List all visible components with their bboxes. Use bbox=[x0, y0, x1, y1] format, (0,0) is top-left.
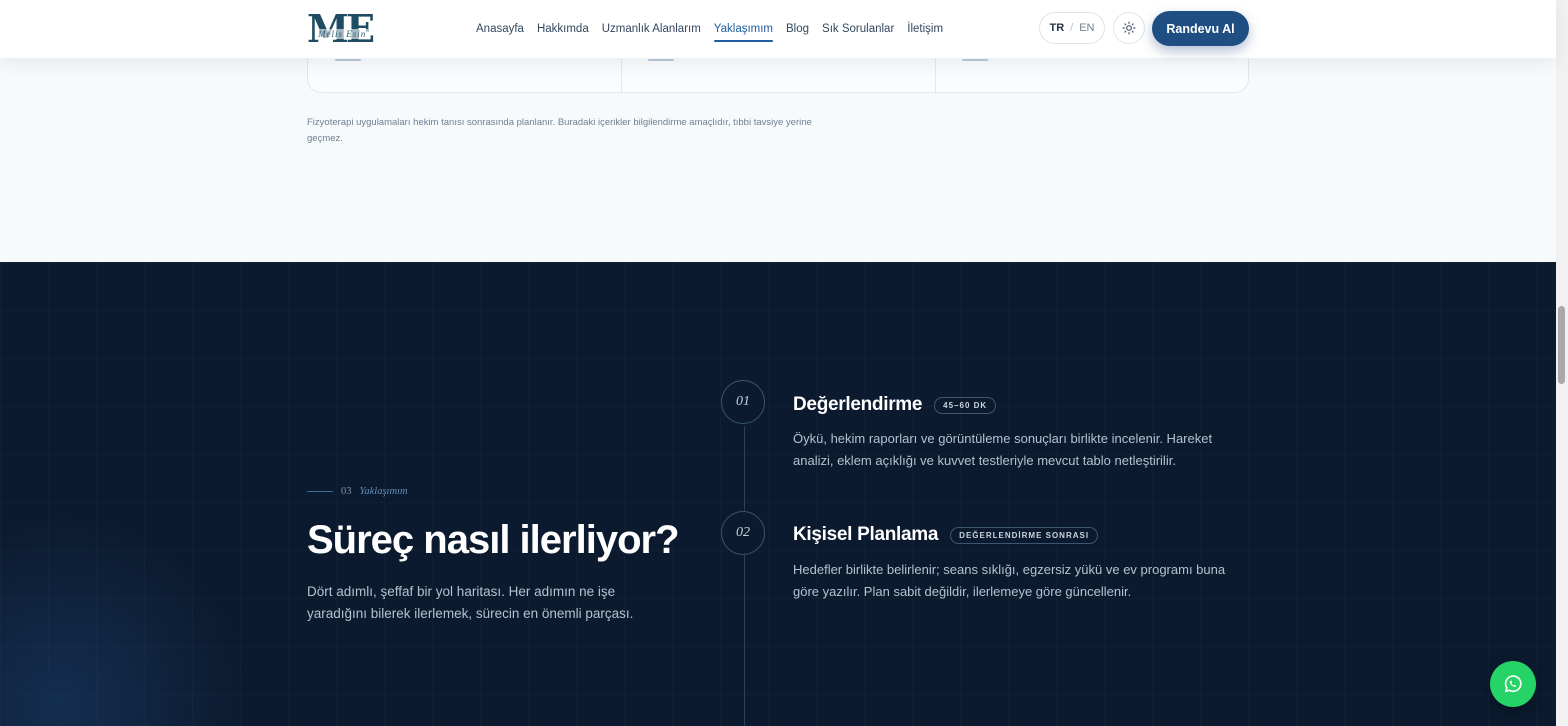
step-description: Hedefler birlikte belirlenir; seans sıkl… bbox=[793, 562, 1226, 599]
language-switcher[interactable]: TR / EN bbox=[1039, 12, 1105, 44]
sun-icon bbox=[1122, 21, 1136, 35]
appointment-button[interactable]: Randevu Al bbox=[1152, 11, 1249, 46]
card-underline bbox=[648, 59, 674, 61]
nav-item-anasayfa[interactable]: Anasayfa bbox=[476, 17, 524, 41]
main-nav: Anasayfa Hakkımda Uzmanlık Alanlarım Yak… bbox=[476, 0, 943, 58]
step-timing-badge: DEĞERLENDİRME SONRASI bbox=[950, 526, 1099, 544]
step-header: Değerlendirme 45–60 DK bbox=[793, 394, 997, 416]
lang-en[interactable]: EN bbox=[1079, 22, 1094, 34]
logo-script: Melis Esin bbox=[316, 29, 369, 39]
approach-section: 03 Yaklaşımım Süreç nasıl ilerliyor? Dör… bbox=[0, 262, 1556, 726]
nav-item-iletisim[interactable]: İletişim bbox=[907, 17, 943, 41]
nav-item-uzmanlik-alanlarim[interactable]: Uzmanlık Alanlarım bbox=[602, 17, 701, 41]
theme-toggle-button[interactable] bbox=[1113, 12, 1145, 44]
card-underline bbox=[962, 59, 988, 61]
step-description: Öykü, hekim raporları ve görüntüleme son… bbox=[793, 431, 1213, 468]
section-eyebrow: 03 Yaklaşımım bbox=[307, 486, 408, 497]
page-scrollbar[interactable] bbox=[1556, 0, 1568, 726]
step-number-badge: 01 bbox=[721, 380, 765, 424]
section-title: Süreç nasıl ilerliyor? bbox=[307, 518, 679, 562]
lang-tr[interactable]: TR bbox=[1049, 22, 1064, 34]
section-number: 03 bbox=[341, 486, 352, 497]
whatsapp-button[interactable] bbox=[1490, 661, 1536, 707]
step-duration-badge: 45–60 DK bbox=[934, 396, 997, 414]
timeline-line bbox=[744, 426, 745, 726]
lang-separator: / bbox=[1070, 22, 1074, 34]
step-number-badge: 02 bbox=[721, 511, 765, 555]
section-subtitle: Dört adımlı, şeffaf bir yol haritası. He… bbox=[307, 584, 634, 621]
medical-disclaimer: Fizyoterapi uygulamaları hekim tanısı so… bbox=[307, 117, 812, 144]
whatsapp-icon bbox=[1504, 675, 1522, 693]
step-title: Kişisel Planlama bbox=[793, 524, 939, 545]
nav-item-blog[interactable]: Blog bbox=[786, 17, 809, 41]
site-header: ME Melis Esin Anasayfa Hakkımda Uzmanlık… bbox=[0, 0, 1556, 58]
nav-item-hakkimda[interactable]: Hakkımda bbox=[537, 17, 589, 41]
scrollbar-thumb[interactable] bbox=[1558, 306, 1565, 384]
nav-item-yaklasimim[interactable]: Yaklaşımım bbox=[713, 17, 774, 42]
section-label: Yaklaşımım bbox=[359, 486, 408, 497]
nav-item-sik-sorulanlar[interactable]: Sık Sorulanlar bbox=[822, 17, 894, 41]
card-underline bbox=[335, 59, 361, 61]
step-header: Kişisel Planlama DEĞERLENDİRME SONRASI bbox=[793, 524, 1099, 546]
logo[interactable]: ME Melis Esin bbox=[307, 8, 381, 50]
step-title: Değerlendirme bbox=[793, 394, 923, 415]
eyebrow-line bbox=[307, 491, 333, 492]
